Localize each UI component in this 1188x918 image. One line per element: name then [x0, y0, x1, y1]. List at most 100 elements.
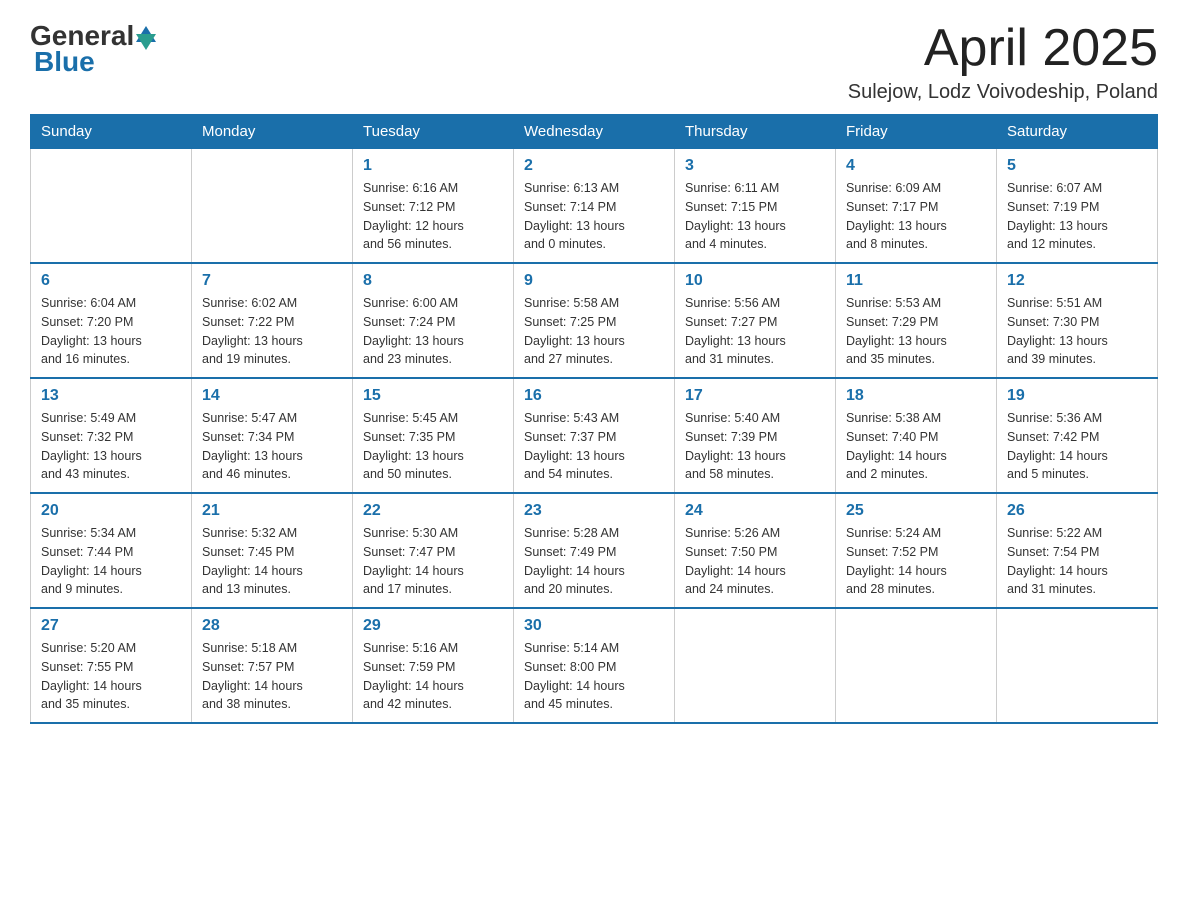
day-number: 24 — [685, 502, 825, 520]
day-info: Sunrise: 5:47 AM Sunset: 7:34 PM Dayligh… — [202, 409, 342, 484]
day-info: Sunrise: 5:22 AM Sunset: 7:54 PM Dayligh… — [1007, 524, 1147, 599]
day-info: Sunrise: 5:56 AM Sunset: 7:27 PM Dayligh… — [685, 294, 825, 369]
day-info: Sunrise: 5:16 AM Sunset: 7:59 PM Dayligh… — [363, 639, 503, 714]
day-number: 9 — [524, 272, 664, 290]
calendar-week-2: 6 Sunrise: 6:04 AM Sunset: 7:20 PM Daylig… — [31, 263, 1158, 378]
logo-blue-text: Blue — [34, 46, 95, 78]
weekday-header-sunday: Sunday — [31, 115, 192, 149]
day-info: Sunrise: 5:45 AM Sunset: 7:35 PM Dayligh… — [363, 409, 503, 484]
day-number: 5 — [1007, 157, 1147, 175]
location-title: Sulejow, Lodz Voivodeship, Poland — [848, 81, 1158, 104]
day-info: Sunrise: 6:09 AM Sunset: 7:17 PM Dayligh… — [846, 179, 986, 254]
day-info: Sunrise: 5:20 AM Sunset: 7:55 PM Dayligh… — [41, 639, 181, 714]
calendar-cell: 16Sunrise: 5:43 AM Sunset: 7:37 PM Dayli… — [514, 378, 675, 493]
day-info: Sunrise: 5:58 AM Sunset: 7:25 PM Dayligh… — [524, 294, 664, 369]
calendar-cell: 25Sunrise: 5:24 AM Sunset: 7:52 PM Dayli… — [836, 493, 997, 608]
calendar-cell: 7 Sunrise: 6:02 AM Sunset: 7:22 PM Daylig… — [192, 263, 353, 378]
day-number: 14 — [202, 387, 342, 405]
day-number: 6 — [41, 272, 181, 290]
calendar-cell: 17 Sunrise: 5:40 AM Sunset: 7:39 PM Dayli… — [675, 378, 836, 493]
calendar-cell: 28Sunrise: 5:18 AM Sunset: 7:57 PM Dayli… — [192, 608, 353, 723]
day-number: 29 — [363, 617, 503, 635]
day-number: 19 — [1007, 387, 1147, 405]
calendar-cell: 3 Sunrise: 6:11 AM Sunset: 7:15 PM Daylig… — [675, 149, 836, 264]
calendar-cell: 8 Sunrise: 6:00 AM Sunset: 7:24 PM Daylig… — [353, 263, 514, 378]
day-info: Sunrise: 5:40 AM Sunset: 7:39 PM Dayligh… — [685, 409, 825, 484]
calendar-cell: 14 Sunrise: 5:47 AM Sunset: 7:34 PM Dayli… — [192, 378, 353, 493]
weekday-header-saturday: Saturday — [997, 115, 1158, 149]
calendar-cell — [836, 608, 997, 723]
day-number: 8 — [363, 272, 503, 290]
day-number: 12 — [1007, 272, 1147, 290]
day-info: Sunrise: 5:28 AM Sunset: 7:49 PM Dayligh… — [524, 524, 664, 599]
day-info: Sunrise: 6:00 AM Sunset: 7:24 PM Dayligh… — [363, 294, 503, 369]
weekday-header-wednesday: Wednesday — [514, 115, 675, 149]
day-number: 20 — [41, 502, 181, 520]
calendar-cell: 21Sunrise: 5:32 AM Sunset: 7:45 PM Dayli… — [192, 493, 353, 608]
day-number: 30 — [524, 617, 664, 635]
day-info: Sunrise: 5:36 AM Sunset: 7:42 PM Dayligh… — [1007, 409, 1147, 484]
calendar-cell: 13 Sunrise: 5:49 AM Sunset: 7:32 PM Dayli… — [31, 378, 192, 493]
calendar-cell: 30Sunrise: 5:14 AM Sunset: 8:00 PM Dayli… — [514, 608, 675, 723]
day-number: 11 — [846, 272, 986, 290]
day-info: Sunrise: 6:13 AM Sunset: 7:14 PM Dayligh… — [524, 179, 664, 254]
day-info: Sunrise: 5:34 AM Sunset: 7:44 PM Dayligh… — [41, 524, 181, 599]
calendar-cell: 2 Sunrise: 6:13 AM Sunset: 7:14 PM Daylig… — [514, 149, 675, 264]
calendar-cell: 11 Sunrise: 5:53 AM Sunset: 7:29 PM Dayli… — [836, 263, 997, 378]
calendar-cell: 9 Sunrise: 5:58 AM Sunset: 7:25 PM Daylig… — [514, 263, 675, 378]
day-number: 26 — [1007, 502, 1147, 520]
calendar-cell: 19 Sunrise: 5:36 AM Sunset: 7:42 PM Dayli… — [997, 378, 1158, 493]
day-info: Sunrise: 5:51 AM Sunset: 7:30 PM Dayligh… — [1007, 294, 1147, 369]
calendar-week-5: 27 Sunrise: 5:20 AM Sunset: 7:55 PM Dayli… — [31, 608, 1158, 723]
calendar-cell: 15 Sunrise: 5:45 AM Sunset: 7:35 PM Dayli… — [353, 378, 514, 493]
calendar-cell: 22Sunrise: 5:30 AM Sunset: 7:47 PM Dayli… — [353, 493, 514, 608]
calendar-cell: 26 Sunrise: 5:22 AM Sunset: 7:54 PM Dayli… — [997, 493, 1158, 608]
day-number: 10 — [685, 272, 825, 290]
day-number: 21 — [202, 502, 342, 520]
day-info: Sunrise: 5:43 AM Sunset: 7:37 PM Dayligh… — [524, 409, 664, 484]
day-number: 25 — [846, 502, 986, 520]
day-number: 3 — [685, 157, 825, 175]
day-info: Sunrise: 6:04 AM Sunset: 7:20 PM Dayligh… — [41, 294, 181, 369]
calendar-cell: 23 Sunrise: 5:28 AM Sunset: 7:49 PM Dayli… — [514, 493, 675, 608]
day-number: 2 — [524, 157, 664, 175]
calendar-cell: 1Sunrise: 6:16 AM Sunset: 7:12 PM Daylig… — [353, 149, 514, 264]
calendar-cell: 4Sunrise: 6:09 AM Sunset: 7:17 PM Daylig… — [836, 149, 997, 264]
calendar-cell — [192, 149, 353, 264]
month-title: April 2025 — [848, 20, 1158, 77]
calendar-cell — [675, 608, 836, 723]
day-info: Sunrise: 5:26 AM Sunset: 7:50 PM Dayligh… — [685, 524, 825, 599]
day-info: Sunrise: 6:16 AM Sunset: 7:12 PM Dayligh… — [363, 179, 503, 254]
logo: General Blue — [30, 20, 156, 78]
calendar-cell — [31, 149, 192, 264]
day-number: 7 — [202, 272, 342, 290]
weekday-header-tuesday: Tuesday — [353, 115, 514, 149]
calendar-cell: 12 Sunrise: 5:51 AM Sunset: 7:30 PM Dayli… — [997, 263, 1158, 378]
page-header: General Blue April 2025 Sulejow, Lodz Vo… — [30, 20, 1158, 104]
day-info: Sunrise: 5:53 AM Sunset: 7:29 PM Dayligh… — [846, 294, 986, 369]
title-block: April 2025 Sulejow, Lodz Voivodeship, Po… — [848, 20, 1158, 104]
calendar-week-3: 13 Sunrise: 5:49 AM Sunset: 7:32 PM Dayli… — [31, 378, 1158, 493]
calendar-body: 1Sunrise: 6:16 AM Sunset: 7:12 PM Daylig… — [31, 149, 1158, 724]
calendar-header: SundayMondayTuesdayWednesdayThursdayFrid… — [31, 115, 1158, 149]
day-number: 17 — [685, 387, 825, 405]
day-info: Sunrise: 6:11 AM Sunset: 7:15 PM Dayligh… — [685, 179, 825, 254]
day-number: 15 — [363, 387, 503, 405]
calendar-cell: 24 Sunrise: 5:26 AM Sunset: 7:50 PM Dayli… — [675, 493, 836, 608]
calendar-cell: 5 Sunrise: 6:07 AM Sunset: 7:19 PM Daylig… — [997, 149, 1158, 264]
weekday-header-row: SundayMondayTuesdayWednesdayThursdayFrid… — [31, 115, 1158, 149]
day-info: Sunrise: 5:49 AM Sunset: 7:32 PM Dayligh… — [41, 409, 181, 484]
calendar-cell: 20 Sunrise: 5:34 AM Sunset: 7:44 PM Dayli… — [31, 493, 192, 608]
day-info: Sunrise: 6:07 AM Sunset: 7:19 PM Dayligh… — [1007, 179, 1147, 254]
calendar-cell — [997, 608, 1158, 723]
day-number: 27 — [41, 617, 181, 635]
weekday-header-friday: Friday — [836, 115, 997, 149]
day-number: 13 — [41, 387, 181, 405]
day-number: 23 — [524, 502, 664, 520]
calendar-cell: 29 Sunrise: 5:16 AM Sunset: 7:59 PM Dayli… — [353, 608, 514, 723]
day-number: 22 — [363, 502, 503, 520]
day-info: Sunrise: 5:18 AM Sunset: 7:57 PM Dayligh… — [202, 639, 342, 714]
weekday-header-monday: Monday — [192, 115, 353, 149]
day-info: Sunrise: 6:02 AM Sunset: 7:22 PM Dayligh… — [202, 294, 342, 369]
calendar-cell: 18Sunrise: 5:38 AM Sunset: 7:40 PM Dayli… — [836, 378, 997, 493]
